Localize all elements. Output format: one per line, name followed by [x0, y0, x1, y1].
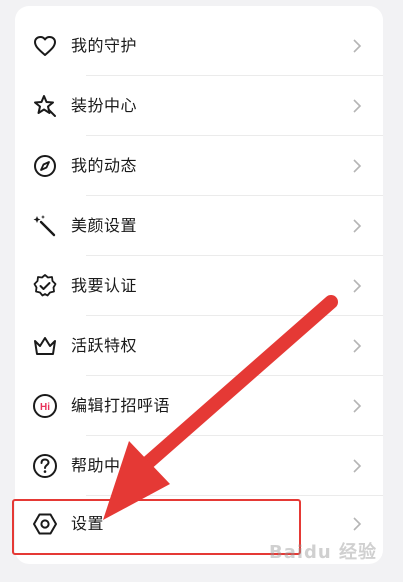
menu-item-label: 美颜设置	[71, 216, 138, 235]
menu-item-label: 我要认证	[71, 276, 138, 295]
heart-icon	[32, 33, 58, 59]
chevron-right-icon	[349, 98, 365, 114]
annotation-highlight-box	[12, 499, 301, 555]
menu-item-my-moments[interactable]: 我的动态	[15, 136, 383, 196]
magic-wand-icon	[32, 213, 58, 239]
menu-item-help-center[interactable]: 帮助中心	[15, 436, 383, 496]
chevron-right-icon	[349, 516, 365, 532]
chevron-right-icon	[349, 278, 365, 294]
verified-badge-icon	[32, 273, 58, 299]
menu-item-active-privileges[interactable]: 活跃特权	[15, 316, 383, 376]
menu-item-label: 装扮中心	[71, 96, 138, 115]
chevron-right-icon	[349, 158, 365, 174]
chevron-right-icon	[349, 218, 365, 234]
menu-item-label: 我的动态	[71, 156, 138, 175]
chevron-right-icon	[349, 38, 365, 54]
menu-item-dress-up-center[interactable]: 装扮中心	[15, 76, 383, 136]
chevron-right-icon	[349, 458, 365, 474]
menu-item-edit-greeting[interactable]: Hi 编辑打招呼语	[15, 376, 383, 436]
menu-item-label: 编辑打招呼语	[71, 396, 171, 415]
menu-item-label: 帮助中心	[71, 456, 138, 475]
menu-item-beauty-settings[interactable]: 美颜设置	[15, 196, 383, 256]
hi-bubble-icon: Hi	[32, 393, 58, 419]
menu-item-verification[interactable]: 我要认证	[15, 256, 383, 316]
menu-item-label: 活跃特权	[71, 336, 138, 355]
svg-text:Hi: Hi	[40, 402, 50, 413]
menu-item-label: 我的守护	[71, 36, 138, 55]
chevron-right-icon	[349, 398, 365, 414]
watermark: Baidu 经验	[268, 542, 377, 563]
help-circle-icon	[32, 453, 58, 479]
magic-star-icon	[32, 93, 58, 119]
crown-icon	[32, 333, 58, 359]
compass-icon	[32, 153, 58, 179]
chevron-right-icon	[349, 338, 365, 354]
menu-item-my-guard[interactable]: 我的守护	[15, 16, 383, 76]
